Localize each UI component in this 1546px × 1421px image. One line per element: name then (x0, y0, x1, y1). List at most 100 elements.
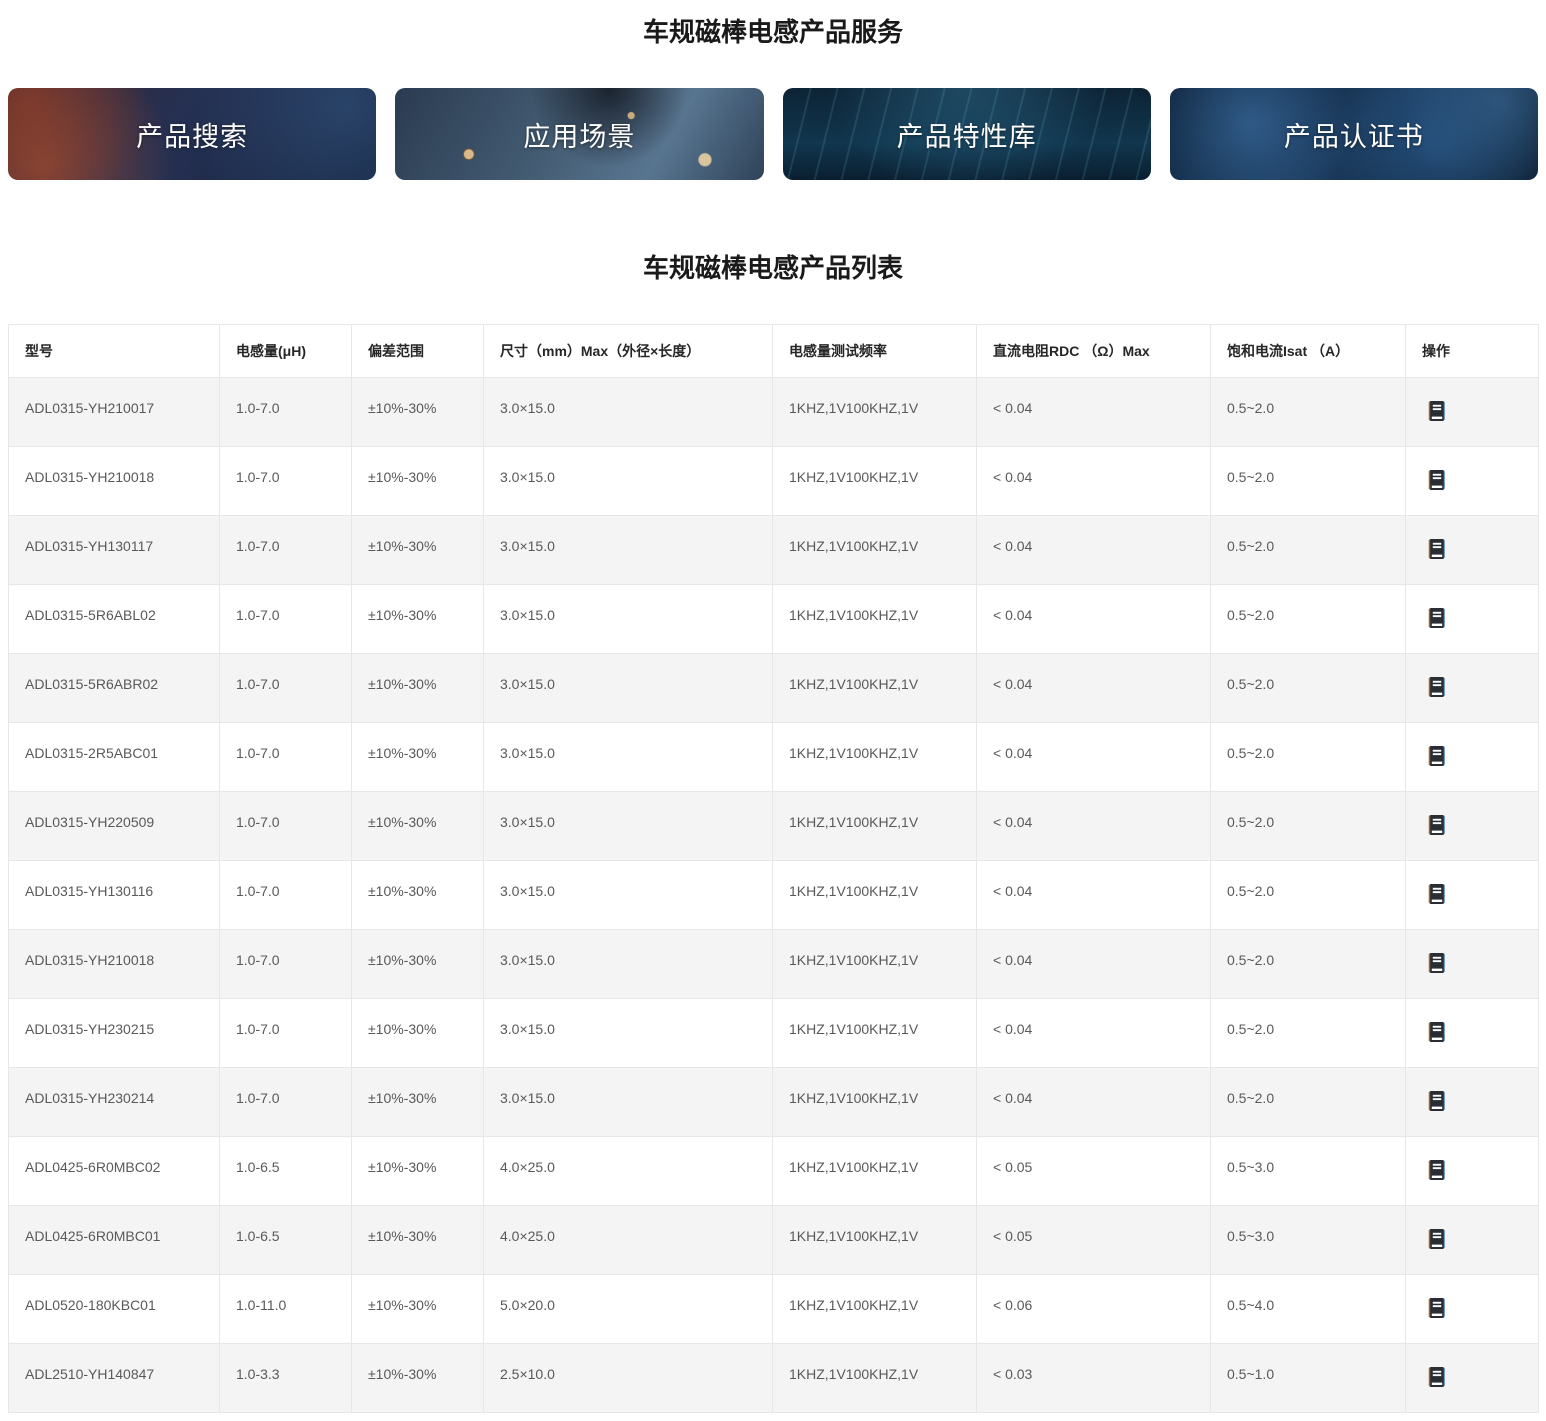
cell-rdc: < 0.04 (977, 447, 1211, 516)
cell-model: ADL0315-YH210018 (9, 447, 220, 516)
column-header: 尺寸（mm）Max（外径×长度） (484, 325, 773, 378)
cell-size: 3.0×15.0 (484, 930, 773, 999)
view-document-button[interactable] (1428, 1159, 1446, 1181)
view-document-button[interactable] (1428, 469, 1446, 491)
cell-inductance: 1.0-6.5 (220, 1206, 352, 1275)
cell-inductance: 1.0-6.5 (220, 1137, 352, 1206)
cell-inductance: 1.0-7.0 (220, 447, 352, 516)
view-document-button[interactable] (1428, 952, 1446, 974)
view-document-button[interactable] (1428, 607, 1446, 629)
table-row: ADL0315-YH2100181.0-7.0±10%-30%3.0×15.01… (9, 447, 1539, 516)
document-icon (1428, 538, 1446, 560)
cell-inductance: 1.0-7.0 (220, 654, 352, 723)
cell-rdc: < 0.04 (977, 378, 1211, 447)
table-row: ADL0315-YH2302141.0-7.0±10%-30%3.0×15.01… (9, 1068, 1539, 1137)
product-list-title: 车规磁棒电感产品列表 (0, 252, 1546, 284)
document-icon (1428, 745, 1446, 767)
banner-product-feature-library[interactable]: 产品特性库 (783, 88, 1151, 180)
cell-model: ADL0520-180KBC01 (9, 1275, 220, 1344)
document-icon (1428, 607, 1446, 629)
table-row: ADL2510-YH1408471.0-3.3±10%-30%2.5×10.01… (9, 1344, 1539, 1413)
view-document-button[interactable] (1428, 1090, 1446, 1112)
cell-inductance: 1.0-11.0 (220, 1275, 352, 1344)
view-document-button[interactable] (1428, 1228, 1446, 1250)
cell-isat: 0.5~2.0 (1211, 930, 1406, 999)
column-header: 操作 (1406, 325, 1539, 378)
cell-model: ADL0425-6R0MBC01 (9, 1206, 220, 1275)
cell-tolerance: ±10%-30% (352, 999, 484, 1068)
cell-rdc: < 0.04 (977, 861, 1211, 930)
cell-tolerance: ±10%-30% (352, 1344, 484, 1413)
cell-frequency: 1KHZ,1V100KHZ,1V (773, 447, 977, 516)
table-row: ADL0520-180KBC011.0-11.0±10%-30%5.0×20.0… (9, 1275, 1539, 1344)
page-title: 车规磁棒电感产品服务 (0, 16, 1546, 48)
cell-size: 3.0×15.0 (484, 378, 773, 447)
table-row: ADL0425-6R0MBC021.0-6.5±10%-30%4.0×25.01… (9, 1137, 1539, 1206)
banner-product-certificates[interactable]: 产品认证书 (1170, 88, 1538, 180)
cell-model: ADL0315-2R5ABC01 (9, 723, 220, 792)
cell-model: ADL0315-YH230215 (9, 999, 220, 1068)
cell-tolerance: ±10%-30% (352, 654, 484, 723)
cell-size: 3.0×15.0 (484, 1068, 773, 1137)
cell-action (1406, 585, 1539, 654)
cell-tolerance: ±10%-30% (352, 585, 484, 654)
cell-size: 3.0×15.0 (484, 792, 773, 861)
cell-frequency: 1KHZ,1V100KHZ,1V (773, 1206, 977, 1275)
cell-size: 3.0×15.0 (484, 585, 773, 654)
document-icon (1428, 1021, 1446, 1043)
document-icon (1428, 469, 1446, 491)
cell-action (1406, 1206, 1539, 1275)
cell-frequency: 1KHZ,1V100KHZ,1V (773, 930, 977, 999)
cell-isat: 0.5~2.0 (1211, 654, 1406, 723)
cell-size: 3.0×15.0 (484, 723, 773, 792)
banner-label: 产品搜索 (136, 115, 248, 154)
cell-isat: 0.5~2.0 (1211, 723, 1406, 792)
table-header-row: 型号电感量(μH)偏差范围尺寸（mm）Max（外径×长度）电感量测试频率直流电阻… (9, 325, 1539, 378)
cell-rdc: < 0.06 (977, 1275, 1211, 1344)
view-document-button[interactable] (1428, 1366, 1446, 1388)
column-header: 饱和电流Isat （A） (1211, 325, 1406, 378)
cell-rdc: < 0.04 (977, 792, 1211, 861)
view-document-button[interactable] (1428, 814, 1446, 836)
cell-tolerance: ±10%-30% (352, 378, 484, 447)
cell-rdc: < 0.04 (977, 723, 1211, 792)
cell-model: ADL0425-6R0MBC02 (9, 1137, 220, 1206)
cell-isat: 0.5~3.0 (1211, 1206, 1406, 1275)
cell-model: ADL2510-YH140847 (9, 1344, 220, 1413)
cell-rdc: < 0.04 (977, 930, 1211, 999)
document-icon (1428, 1228, 1446, 1250)
cell-isat: 0.5~2.0 (1211, 585, 1406, 654)
view-document-button[interactable] (1428, 538, 1446, 560)
cell-action (1406, 930, 1539, 999)
cell-isat: 0.5~2.0 (1211, 861, 1406, 930)
document-icon (1428, 814, 1446, 836)
cell-isat: 0.5~4.0 (1211, 1275, 1406, 1344)
table-row: ADL0315-YH2100171.0-7.0±10%-30%3.0×15.01… (9, 378, 1539, 447)
cell-frequency: 1KHZ,1V100KHZ,1V (773, 378, 977, 447)
document-icon (1428, 1159, 1446, 1181)
cell-model: ADL0315-YH230214 (9, 1068, 220, 1137)
cell-model: ADL0315-5R6ABR02 (9, 654, 220, 723)
view-document-button[interactable] (1428, 400, 1446, 422)
cell-frequency: 1KHZ,1V100KHZ,1V (773, 861, 977, 930)
cell-frequency: 1KHZ,1V100KHZ,1V (773, 1137, 977, 1206)
cell-frequency: 1KHZ,1V100KHZ,1V (773, 792, 977, 861)
view-document-button[interactable] (1428, 1021, 1446, 1043)
banner-product-search[interactable]: 产品搜索 (8, 88, 376, 180)
view-document-button[interactable] (1428, 883, 1446, 905)
column-header: 偏差范围 (352, 325, 484, 378)
cell-size: 2.5×10.0 (484, 1344, 773, 1413)
cell-action (1406, 1068, 1539, 1137)
product-table: 型号电感量(μH)偏差范围尺寸（mm）Max（外径×长度）电感量测试频率直流电阻… (8, 324, 1539, 1413)
view-document-button[interactable] (1428, 676, 1446, 698)
cell-frequency: 1KHZ,1V100KHZ,1V (773, 723, 977, 792)
cell-rdc: < 0.04 (977, 654, 1211, 723)
view-document-button[interactable] (1428, 745, 1446, 767)
cell-rdc: < 0.05 (977, 1206, 1211, 1275)
banner-application-scenarios[interactable]: 应用场景 (395, 88, 763, 180)
cell-action (1406, 861, 1539, 930)
cell-tolerance: ±10%-30% (352, 1137, 484, 1206)
view-document-button[interactable] (1428, 1297, 1446, 1319)
cell-action (1406, 447, 1539, 516)
cell-tolerance: ±10%-30% (352, 792, 484, 861)
